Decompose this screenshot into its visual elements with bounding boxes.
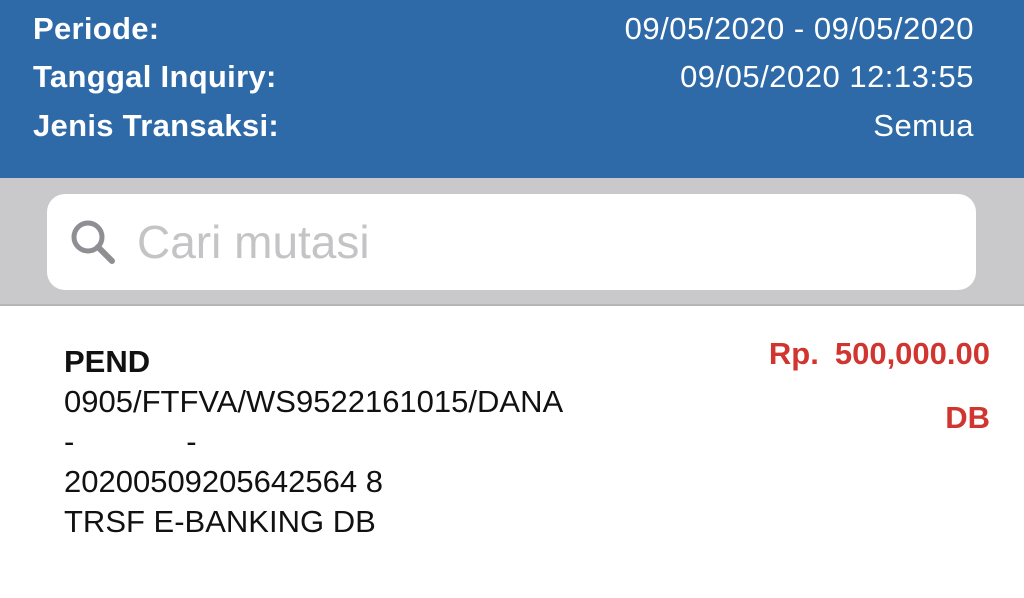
transaction-id: 20200509205642564 8 — [64, 464, 383, 499]
transaction-currency: Rp. — [768, 336, 819, 371]
transaction-amount-value: 500,000.00 — [834, 336, 990, 371]
search-box[interactable] — [47, 194, 976, 290]
jenis-transaksi-label: Jenis Transaksi: — [33, 108, 280, 143]
search-input[interactable] — [137, 212, 976, 272]
tanggal-inquiry-row: Tanggal Inquiry: 09/05/2020 12:13:55 — [33, 57, 974, 97]
transaction-status: PEND — [64, 344, 151, 379]
search-bar-area — [0, 178, 1024, 306]
transaction-type: TRSF E-BANKING DB — [64, 504, 376, 539]
inquiry-info-header: Periode: 09/05/2020 - 09/05/2020 Tanggal… — [0, 0, 1024, 178]
transaction-description: PEND 0905/FTFVA/WS9522161015/DANA - - 20… — [64, 342, 684, 542]
periode-row: Periode: 09/05/2020 - 09/05/2020 — [33, 9, 974, 49]
transaction-reference: 0905/FTFVA/WS9522161015/DANA — [64, 384, 564, 419]
periode-label: Periode: — [33, 11, 160, 46]
jenis-transaksi-value: Semua — [873, 108, 974, 143]
transaction-amount: Rp. 500,000.00 — [769, 334, 990, 374]
transaction-debit-credit: DB — [945, 400, 990, 435]
tanggal-inquiry-value: 09/05/2020 12:13:55 — [680, 59, 974, 94]
periode-value: 09/05/2020 - 09/05/2020 — [624, 11, 974, 46]
tanggal-inquiry-label: Tanggal Inquiry: — [33, 59, 277, 94]
transaction-item[interactable]: PEND 0905/FTFVA/WS9522161015/DANA - - 20… — [0, 306, 1024, 598]
transaction-separator: - - — [64, 424, 197, 459]
transaction-list: PEND 0905/FTFVA/WS9522161015/DANA - - 20… — [0, 306, 1024, 598]
jenis-transaksi-row: Jenis Transaksi: Semua — [33, 106, 974, 146]
mutasi-screen: Periode: 09/05/2020 - 09/05/2020 Tanggal… — [0, 0, 1024, 598]
search-icon — [65, 214, 121, 270]
